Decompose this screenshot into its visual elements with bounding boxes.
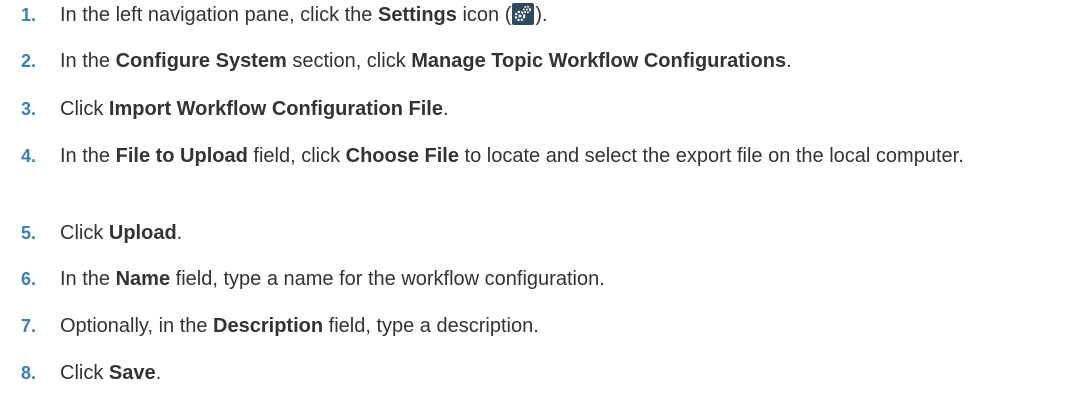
step-text: Click Import Workflow Configuration File…: [60, 98, 449, 120]
settings-label: Settings: [377, 4, 457, 26]
step-text: Click Save.: [60, 362, 162, 384]
step-1: 1. In the left navigation pane, click th…: [0, 2, 1089, 29]
step-2: 2. In the Configure System section, clic…: [0, 48, 1089, 75]
step-text: Optionally, in the Description field, ty…: [60, 315, 539, 337]
name-label: Name: [115, 268, 171, 290]
choose-file-label: Choose File: [345, 145, 459, 167]
step-number: 3.: [21, 99, 37, 119]
manage-topic-workflow-configurations-label: Manage Topic Workflow Configurations: [411, 50, 787, 72]
procedure-steps: 1. In the left navigation pane, click th…: [0, 0, 1089, 404]
file-to-upload-label: File to Upload: [115, 145, 248, 167]
step-number: 7.: [21, 316, 37, 336]
step-text: In the File to Upload field, click Choos…: [60, 145, 964, 167]
step-7: 7. Optionally, in the Description field,…: [0, 313, 1089, 340]
step-number: 4.: [21, 146, 37, 166]
step-3: 3. Click Import Workflow Configuration F…: [0, 96, 1089, 123]
save-label: Save: [108, 362, 156, 384]
step-number: 5.: [21, 223, 37, 243]
step-text: In the Name field, type a name for the w…: [60, 268, 605, 290]
import-workflow-configuration-file-label: Import Workflow Configuration File: [108, 98, 443, 120]
step-text: Click Upload.: [60, 222, 183, 244]
upload-label: Upload: [108, 222, 177, 244]
step-number: 6.: [21, 269, 37, 289]
step-4: 4. In the File to Upload field, click Ch…: [0, 143, 1089, 170]
step-number: 8.: [21, 363, 37, 383]
configure-system-label: Configure System: [115, 50, 287, 72]
settings-gear-icon: [512, 3, 535, 25]
step-number: 1.: [21, 5, 37, 25]
step-text: In the left navigation pane, click the S…: [60, 3, 548, 26]
description-label: Description: [213, 315, 324, 337]
step-number: 2.: [21, 51, 37, 71]
step-text: In the Configure System section, click M…: [60, 50, 792, 72]
step-8: 8. Click Save.: [0, 360, 1089, 387]
step-6: 6. In the Name field, type a name for th…: [0, 266, 1089, 293]
step-5: 5. Click Upload.: [0, 220, 1089, 247]
